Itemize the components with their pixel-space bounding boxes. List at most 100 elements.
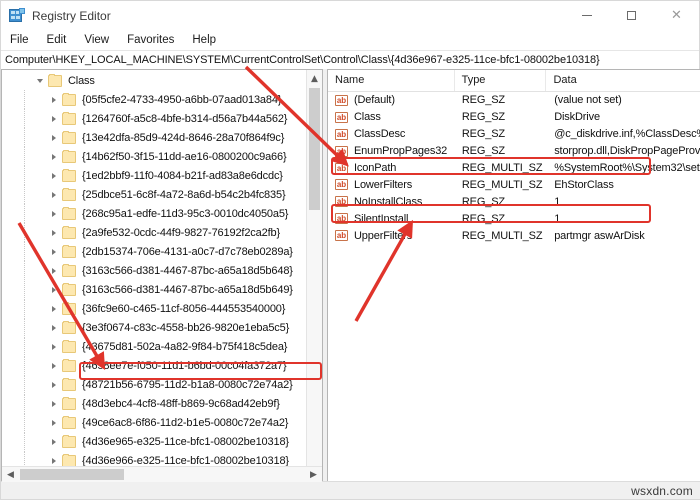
chevron-right-icon[interactable] <box>46 376 62 395</box>
value-name: (Default) <box>354 94 395 107</box>
column-header-data[interactable]: Data <box>545 70 700 91</box>
chevron-right-icon[interactable] <box>46 300 62 319</box>
registry-value-row[interactable]: ab LowerFilters REG_MULTI_SZ EhStorClass <box>328 176 700 193</box>
tree-guide-line <box>24 261 25 281</box>
maximize-button[interactable] <box>609 1 654 30</box>
title-bar: Registry Editor ✕ <box>1 1 699 30</box>
value-name: IconPath <box>354 162 397 174</box>
value-data: storprop.dll,DiskPropPageProvi <box>554 145 700 158</box>
tree-item-label: {14b62f50-3f15-11dd-ae16-0800200c9a66} <box>82 150 287 163</box>
chevron-right-icon[interactable] <box>46 90 62 109</box>
value-data: EhStorClass <box>554 178 614 191</box>
chevron-right-icon[interactable] <box>46 147 62 166</box>
value-type: REG_SZ <box>461 94 505 107</box>
chevron-right-icon[interactable] <box>46 166 62 185</box>
chevron-right-icon[interactable] <box>46 185 62 204</box>
tree-item-label: {4658ee7e-f050-11d1-b6bd-00c04fa372a7} <box>82 360 287 373</box>
tree-item[interactable]: {3e3f0674-c83c-4558-bb26-9820e1eba5c5} <box>2 318 307 338</box>
tree-item[interactable]: {3163c566-d381-4467-87bc-a65a18d5b649} <box>2 280 307 300</box>
tree-item-label: {268c95a1-edfe-11d3-95c3-0010dc4050a5} <box>82 207 289 220</box>
minimize-button[interactable] <box>564 1 609 30</box>
tree-item[interactable]: {05f5cfe2-4733-4950-a6bb-07aad013a84} <box>2 90 307 110</box>
tree-guide-line <box>24 185 25 205</box>
tree-guide-line <box>24 223 25 243</box>
menu-item-edit[interactable]: Edit <box>46 32 76 48</box>
value-name: LowerFilters <box>354 178 413 191</box>
registry-values-list[interactable]: ab (Default) REG_SZ (value not set) ab Class R… <box>328 92 700 244</box>
chevron-right-icon[interactable] <box>46 395 62 414</box>
folder-icon <box>48 73 62 87</box>
column-header-type[interactable]: Type <box>453 70 546 91</box>
chevron-down-icon[interactable] <box>32 71 48 90</box>
chevron-right-icon[interactable] <box>46 319 62 338</box>
tree-item-label: {05f5cfe2-4733-4950-a6bb-07aad013a84} <box>82 93 282 106</box>
tree-item[interactable]: Class <box>2 71 307 90</box>
chevron-right-icon[interactable] <box>46 281 62 300</box>
registry-values-pane: Name Type Data ab (Default) REG_SZ (value n… <box>327 69 700 483</box>
registry-value-row[interactable]: ab Class REG_SZ DiskDrive <box>328 109 700 126</box>
chevron-right-icon[interactable] <box>46 204 62 223</box>
registry-value-row[interactable]: ab SilentInstall REG_SZ 1 <box>328 210 700 227</box>
chevron-right-icon[interactable] <box>46 261 62 280</box>
menu-item-help[interactable]: Help <box>191 32 225 48</box>
column-header-name[interactable]: Name <box>328 70 454 91</box>
tree-item[interactable]: {43675d81-502a-4a82-9f84-b75f418c5dea} <box>2 337 307 357</box>
tree-vertical-scrollbar[interactable]: ▲ ▼ <box>306 70 322 482</box>
tree-item[interactable]: {4d36e965-e325-11ce-bfc1-08002be10318} <box>2 432 307 452</box>
registry-value-row[interactable]: ab UpperFilters REG_MULTI_SZ partmgr aswArD… <box>328 227 700 244</box>
content-area: Class {05f5cfe2-4733-4950-a6bb-07aad013a8… <box>1 69 700 483</box>
tree-item[interactable]: {2a9fe532-0cdc-44f9-9827-76192f2ca2fb} <box>2 223 307 243</box>
chevron-right-icon[interactable] <box>46 223 62 242</box>
tree-hscroll-thumb[interactable] <box>20 469 124 480</box>
tree-item[interactable]: {1264760f-a5c8-4bfe-b314-d56a7b44a562} <box>2 109 307 129</box>
value-data: DiskDrive <box>554 111 600 124</box>
tree-item[interactable]: {13e42dfa-85d9-424d-8646-28a70f864f9c} <box>2 128 307 148</box>
chevron-right-icon[interactable] <box>46 338 62 357</box>
tree-scroll-thumb[interactable] <box>309 88 320 210</box>
registry-value-row[interactable]: ab EnumPropPages32 REG_SZ storprop.dll,Disk… <box>328 143 700 160</box>
tree-scroll-left-icon[interactable]: ◀ <box>2 467 19 482</box>
chevron-right-icon[interactable] <box>46 414 62 433</box>
tree-item[interactable]: {2db15374-706e-4131-a0c7-d7c78eb0289a} <box>2 242 307 262</box>
tree-item[interactable]: {48721b56-6795-11d2-b1a8-0080c72e74a2} <box>2 375 307 395</box>
window-controls: ✕ <box>564 1 699 30</box>
registry-value-row[interactable]: ab (Default) REG_SZ (value not set) <box>328 92 700 109</box>
menu-item-file[interactable]: File <box>9 32 38 48</box>
close-button[interactable]: ✕ <box>654 1 699 30</box>
tree-item-label: {4d36e965-e325-11ce-bfc1-08002be10318} <box>82 436 289 449</box>
string-value-icon: ab <box>335 94 348 106</box>
chevron-right-icon[interactable] <box>46 109 62 128</box>
folder-icon <box>62 149 76 163</box>
value-data: 1 <box>554 195 561 208</box>
registry-value-row[interactable]: ab ClassDesc REG_SZ @c_diskdrive.inf,%Class… <box>328 126 700 143</box>
tree-item[interactable]: {36fc9e60-c465-11cf-8056-444553540000} <box>2 299 307 319</box>
tree-scroll-right-icon[interactable]: ▶ <box>305 467 322 482</box>
registry-tree[interactable]: Class {05f5cfe2-4733-4950-a6bb-07aad013a8… <box>2 70 307 468</box>
tree-scroll-up-icon[interactable]: ▲ <box>307 70 322 87</box>
folder-icon <box>62 302 76 316</box>
address-bar[interactable]: Computer\HKEY_LOCAL_MACHINE\SYSTEM\Curre… <box>1 50 699 70</box>
chevron-right-icon[interactable] <box>46 128 62 147</box>
tree-item[interactable]: {49ce6ac8-6f86-11d2-b1e5-0080c72e74a2} <box>2 413 307 433</box>
tree-item[interactable]: {1ed2bbf9-11f0-4084-b21f-ad83a8e6dcdc} <box>2 166 307 186</box>
menu-item-favorites[interactable]: Favorites <box>126 32 183 48</box>
registry-value-row[interactable]: ab NoInstallClass REG_SZ 1 <box>328 193 700 210</box>
tree-item-label: {1264760f-a5c8-4bfe-b314-d56a7b44a562} <box>82 112 288 125</box>
tree-horizontal-scrollbar[interactable]: ◀ ▶ <box>2 466 322 482</box>
folder-icon <box>62 397 76 411</box>
tree-guide-line <box>24 432 25 452</box>
tree-item[interactable]: {268c95a1-edfe-11d3-95c3-0010dc4050a5} <box>2 204 307 224</box>
chevron-right-icon[interactable] <box>46 242 62 261</box>
menu-item-view[interactable]: View <box>83 32 118 48</box>
value-type: REG_SZ <box>461 195 505 208</box>
value-data: 1 <box>554 212 561 225</box>
chevron-right-icon[interactable] <box>46 357 62 376</box>
tree-item[interactable]: {14b62f50-3f15-11dd-ae16-0800200c9a66} <box>2 147 307 167</box>
tree-item[interactable]: {3163c566-d381-4467-87bc-a65a18d5b648} <box>2 261 307 281</box>
chevron-right-icon[interactable] <box>46 433 62 452</box>
tree-guide-line <box>24 147 25 167</box>
tree-item[interactable]: {4658ee7e-f050-11d1-b6bd-00c04fa372a7} <box>2 356 307 376</box>
registry-value-row[interactable]: ab IconPath REG_MULTI_SZ %SystemRoot%\Syste… <box>328 160 700 177</box>
tree-item[interactable]: {48d3ebc4-4cf8-48ff-b869-9c68ad42eb9f} <box>2 394 307 414</box>
tree-item[interactable]: {25dbce51-6c8f-4a72-8a6d-b54c2b4fc835} <box>2 185 307 205</box>
